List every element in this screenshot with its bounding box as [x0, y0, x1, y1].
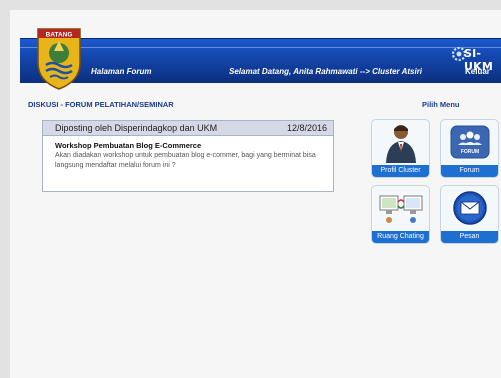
header-bar: [20, 38, 501, 83]
menu-tile-pesan[interactable]: Pesan: [440, 185, 499, 244]
post-header: Diposting oleh Disperindagkop dan UKM 12…: [43, 121, 333, 136]
section-title: DISKUSI - FORUM PELATIHAN/SEMINAR: [28, 100, 174, 109]
post-title[interactable]: Workshop Pembuatan Blog E-Commerce: [55, 141, 201, 150]
nav-title: Halaman Forum: [91, 67, 152, 76]
post-author: Diposting oleh Disperindagkop dan UKM: [55, 123, 218, 133]
forum-icon: FORUM: [450, 125, 489, 159]
chat-room-icon: [379, 195, 422, 223]
menu-tile-label: Profil Cluster: [372, 165, 429, 177]
welcome-user: Anita Rahmawati --> Cluster Atsiri: [293, 67, 423, 76]
welcome-prefix: Selamat Datang,: [229, 67, 292, 76]
menu-tile-label: Ruang Chating: [372, 231, 429, 243]
menu-tile-label: Pesan: [441, 231, 498, 243]
post-date: 12/8/2016: [286, 123, 327, 133]
envelope-icon: [452, 191, 487, 225]
menu-tile-forum[interactable]: FORUM Forum: [440, 119, 499, 178]
forum-icon-text: FORUM: [460, 149, 478, 155]
menu-tile-label: Forum: [441, 165, 498, 177]
menu-tile-ruang-chating[interactable]: Ruang Chating: [371, 185, 430, 244]
logo-text: BATANG: [46, 32, 73, 39]
menu-tile-profil-cluster[interactable]: Profil Cluster: [371, 119, 430, 178]
menu-title: Pilih Menu: [422, 100, 460, 109]
post-body: Akan diadakan workshop untuk pembuatan b…: [55, 152, 316, 169]
batang-logo[interactable]: BATANG: [34, 27, 84, 91]
profile-person-icon: [385, 125, 416, 163]
forum-post[interactable]: Diposting oleh Disperindagkop dan UKM 12…: [42, 120, 334, 192]
header-stripe: [20, 47, 501, 48]
welcome-message: Selamat Datang, Anita Rahmawati --> Clus…: [229, 67, 422, 76]
brand-logo[interactable]: SI-UKM: [464, 47, 501, 73]
